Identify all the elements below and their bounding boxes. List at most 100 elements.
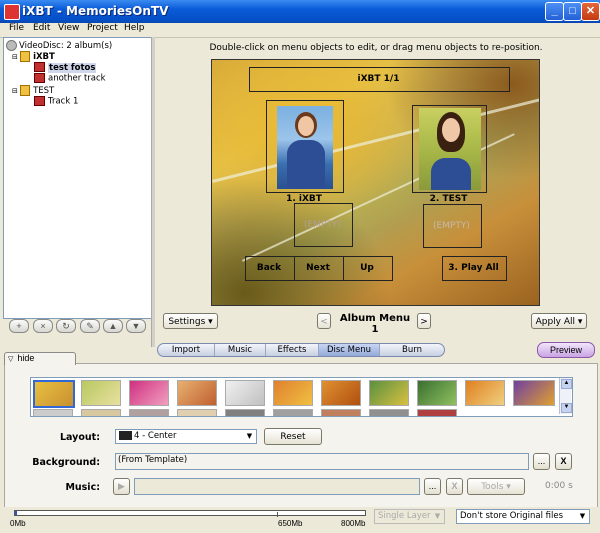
film-icon <box>34 62 45 72</box>
background-browse-button[interactable]: ... <box>533 453 550 470</box>
template-thumbnails[interactable] <box>30 377 573 417</box>
music-label: Music: <box>20 482 100 493</box>
maximize-button[interactable]: □ <box>563 2 582 21</box>
template-thumbnail[interactable] <box>417 380 457 406</box>
film-icon <box>34 96 45 106</box>
template-thumbnail[interactable] <box>273 409 313 417</box>
thumbnails-scrollbar[interactable]: ▲ ▼ <box>559 378 571 414</box>
preview-button[interactable]: Preview <box>537 342 595 358</box>
app-icon <box>4 4 20 20</box>
layout-dropdown[interactable]: 4 - Center ▼ <box>115 429 257 444</box>
film-icon <box>34 73 45 83</box>
tools-dropdown[interactable]: Tools ▾ <box>467 478 525 495</box>
menu-file[interactable]: File <box>9 23 24 33</box>
tick-650 <box>277 512 278 517</box>
leaf-vein <box>212 93 540 183</box>
instruction-text: Double-click on menu objects to edit, or… <box>156 43 596 53</box>
template-thumbnail[interactable] <box>33 409 73 417</box>
album-tree[interactable]: VideoDisc: 2 album(s) ⊟ iXBT test fotos … <box>3 37 152 319</box>
menu-help[interactable]: Help <box>124 23 145 33</box>
album-icon <box>20 51 30 62</box>
template-thumbnail[interactable] <box>465 380 505 406</box>
template-thumbnail[interactable] <box>81 409 121 417</box>
empty-slot-2-label: (EMPTY) <box>423 221 480 231</box>
layout-label: Layout: <box>20 432 100 443</box>
menu-project[interactable]: Project <box>87 23 118 33</box>
edit-icon[interactable]: ✎ <box>80 319 100 333</box>
template-thumbnail[interactable] <box>129 380 169 406</box>
music-field[interactable] <box>134 478 420 495</box>
title-bar: iXBT - MemoriesOnTV _ □ ✕ <box>0 0 600 23</box>
next-album-button[interactable]: > <box>417 313 431 329</box>
apply-all-dropdown[interactable]: Apply All ▾ <box>531 313 587 329</box>
collapse-icon: ▽ <box>8 356 13 363</box>
template-thumbnail[interactable] <box>417 409 457 417</box>
remove-icon[interactable]: × <box>33 319 53 333</box>
menu-edit[interactable]: Edit <box>33 23 50 33</box>
background-clear-button[interactable]: X <box>555 453 572 470</box>
refresh-icon[interactable]: ↻ <box>56 319 76 333</box>
reset-button[interactable]: Reset <box>264 428 322 445</box>
template-thumbnail[interactable] <box>369 409 409 417</box>
template-thumbnail[interactable] <box>513 380 555 406</box>
template-thumbnail[interactable] <box>177 380 217 406</box>
prev-album-button[interactable]: < <box>317 313 331 329</box>
play-icon[interactable]: ▶ <box>113 478 130 495</box>
store-originals-dropdown[interactable]: Don't store Original files▼ <box>456 509 590 524</box>
main-tabs: Import Music Effects Disc Menu Burn <box>157 343 445 357</box>
tab-disc-menu[interactable]: Disc Menu <box>319 344 380 356</box>
move-down-icon[interactable]: ▼ <box>126 319 146 333</box>
template-thumbnail[interactable] <box>81 380 121 406</box>
hide-tab[interactable]: ▽hide <box>4 352 76 365</box>
background-field[interactable]: (From Template) <box>115 453 529 470</box>
scroll-down-icon[interactable]: ▼ <box>561 403 572 413</box>
tab-music[interactable]: Music <box>215 344 266 356</box>
template-thumbnail[interactable] <box>369 380 409 406</box>
menu-preview-canvas[interactable]: iXBT 1/1 1. iXBT 2. TEST (EMPTY) (EMPTY)… <box>211 59 540 306</box>
menu-title: iXBT 1/1 <box>249 74 508 84</box>
splitter[interactable] <box>151 37 155 347</box>
settings-dropdown[interactable]: Settings ▾ <box>163 313 218 329</box>
tree-album-ixbt[interactable]: ⊟ iXBT <box>12 51 55 62</box>
add-icon[interactable]: + <box>9 319 29 333</box>
template-thumbnail[interactable] <box>225 380 265 406</box>
template-thumbnail[interactable] <box>321 380 361 406</box>
photo-thumbnail-1 <box>277 106 333 189</box>
layer-dropdown[interactable]: Single Layer▼ <box>374 509 445 524</box>
template-thumbnail[interactable] <box>177 409 217 417</box>
size-label-0: 0Mb <box>10 519 26 528</box>
nav-back: Back <box>245 263 293 273</box>
menu-item-2-box[interactable] <box>412 105 487 193</box>
tab-effects[interactable]: Effects <box>266 344 319 356</box>
close-button[interactable]: ✕ <box>581 2 600 21</box>
window-title: iXBT - MemoriesOnTV <box>22 4 168 18</box>
tree-track-another[interactable]: another track <box>34 73 106 84</box>
album-menu-title: Album Menu 1 <box>338 313 412 335</box>
template-thumbnail[interactable] <box>321 409 361 417</box>
menu-item-1-box[interactable] <box>266 100 344 193</box>
menu-bar: File Edit View Project Help <box>0 23 600 38</box>
photo-thumbnail-2 <box>419 108 481 190</box>
disc-icon <box>6 40 17 51</box>
scroll-up-icon[interactable]: ▲ <box>561 379 572 389</box>
template-thumbnail[interactable] <box>225 409 265 417</box>
chevron-down-icon: ▼ <box>432 511 443 522</box>
tree-root[interactable]: VideoDisc: 2 album(s) <box>6 40 112 51</box>
tab-burn[interactable]: Burn <box>380 344 444 356</box>
minimize-button[interactable]: _ <box>545 2 564 21</box>
template-thumbnail[interactable] <box>273 380 313 406</box>
empty-slot-1-label: (EMPTY) <box>294 220 351 230</box>
disc-size-fill <box>15 511 17 515</box>
template-thumbnail[interactable] <box>33 380 75 408</box>
tree-track-1[interactable]: Track 1 <box>34 96 78 107</box>
music-browse-button[interactable]: ... <box>424 478 441 495</box>
template-thumbnail[interactable] <box>129 409 169 417</box>
tab-import[interactable]: Import <box>158 344 215 356</box>
move-up-icon[interactable]: ▲ <box>103 319 123 333</box>
menu-view[interactable]: View <box>58 23 79 33</box>
tree-album-test[interactable]: ⊟ TEST <box>12 85 54 96</box>
background-label: Background: <box>20 457 100 468</box>
music-clear-button[interactable]: X <box>446 478 463 495</box>
play-all: 3. Play All <box>442 263 505 273</box>
tree-track-test-fotos[interactable]: test fotos <box>34 62 96 73</box>
